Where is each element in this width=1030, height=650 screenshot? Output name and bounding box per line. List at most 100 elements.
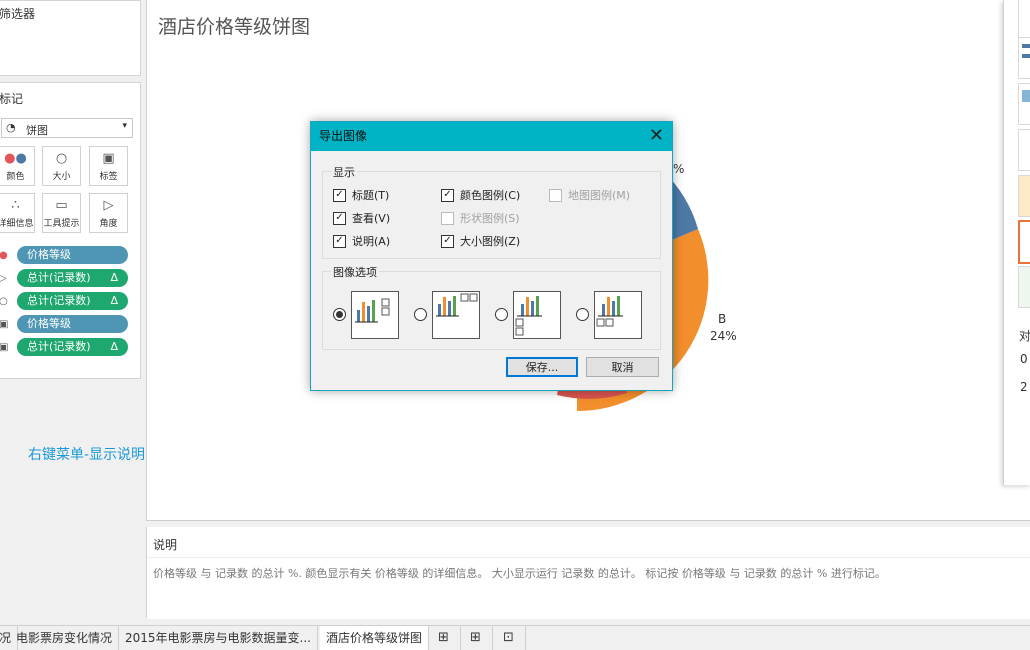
chart-type-thumb[interactable] xyxy=(1018,266,1030,308)
detail-dots-icon: ∴ xyxy=(11,198,20,213)
size-icon: ○ xyxy=(0,296,8,307)
tab-box-office-trend[interactable]: 电影票房变化情况 xyxy=(10,626,120,650)
size-icon: ○ xyxy=(55,151,68,166)
mark-type-value: 饼图 xyxy=(26,124,48,137)
tab-2015-box-office[interactable]: 2015年电影票房与电影数据量变... xyxy=(119,626,318,650)
tab-label: 酒店价格等级饼图 xyxy=(326,631,423,645)
pill-price-level-color[interactable]: 价格等级 xyxy=(17,246,128,264)
layout-radio-1[interactable] xyxy=(333,308,346,321)
checkbox-shape-legend[interactable]: 形状图例(S) xyxy=(441,211,520,226)
layout-thumb-1[interactable] xyxy=(351,291,399,339)
layout-radio-2[interactable] xyxy=(414,308,427,321)
delta-icon: Δ xyxy=(110,294,118,307)
export-image-dialog: 导出图像 ✕ 显示 ✓ 标题(T) ✓ 颜色图例(C) 地图图例(M) ✓ 查看(V)… xyxy=(310,121,673,391)
show-group: 显示 ✓ 标题(T) ✓ 颜色图例(C) 地图图例(M) ✓ 查看(V) 形状图例(S… xyxy=(322,164,661,259)
new-worksheet-icon[interactable]: ⊞ xyxy=(432,626,461,650)
checkbox-label: 地图图例(M) xyxy=(568,189,631,202)
checkbox-checked-icon: ✓ xyxy=(333,234,346,248)
size-button[interactable]: ○ 大小 xyxy=(42,146,81,186)
delta-icon: Δ xyxy=(110,340,118,353)
caption-text: 价格等级 与 记录数 的总计 %. 颜色显示有关 价格等级 的详细信息。 大小显… xyxy=(153,567,886,580)
new-story-icon[interactable]: ⊡ xyxy=(497,626,526,650)
sheet-tabs: 况 电影票房变化情况 2015年电影票房与电影数据量变... 酒店价格等级饼图 … xyxy=(0,625,1030,650)
chart-type-thumb[interactable] xyxy=(1018,175,1030,217)
show-me-panel: 对 0 2 xyxy=(1003,0,1030,485)
checkbox-view[interactable]: ✓ 查看(V) xyxy=(333,211,391,226)
pie-label-b-pct: 24% xyxy=(710,329,737,343)
checkbox-label: 说明(A) xyxy=(352,235,391,248)
tooltip-button[interactable]: ▭ 工具提示 xyxy=(42,193,81,233)
label-button-label: 标签 xyxy=(99,172,118,182)
panel-label: 对 xyxy=(1019,329,1030,343)
angle-icon: ▷ xyxy=(103,198,114,213)
checkbox-label: 标题(T) xyxy=(352,189,390,202)
image-options-group: 图像选项 xyxy=(322,264,661,350)
chart-type-thumb[interactable] xyxy=(1018,83,1030,125)
checkbox-color-legend[interactable]: ✓ 颜色图例(C) xyxy=(441,188,520,203)
checkbox-empty-icon xyxy=(441,211,454,225)
show-group-label: 显示 xyxy=(331,164,357,180)
pill-record-total-angle[interactable]: 总计(记录数) Δ xyxy=(17,269,128,287)
filters-card: 筛选器 xyxy=(0,0,141,76)
pill-label: 价格等级 xyxy=(27,317,71,330)
color-dots-icon: ●● xyxy=(4,151,27,166)
checkbox-caption[interactable]: ✓ 说明(A) xyxy=(333,234,391,249)
tab-label: 2015年电影票房与电影数据量变... xyxy=(125,631,311,645)
tab-hotel-price-pie[interactable]: 酒店价格等级饼图 xyxy=(320,626,430,650)
caption-body: 价格等级 与 记录数 的总计 %. 颜色显示有关 价格等级 的详细信息。 大小显… xyxy=(147,557,1030,619)
new-dashboard-icon[interactable]: ⊞ xyxy=(464,626,493,650)
layout-radio-3[interactable] xyxy=(495,308,508,321)
checkbox-checked-icon: ✓ xyxy=(333,211,346,225)
dialog-title: 导出图像 xyxy=(319,129,368,143)
pill-price-level-label[interactable]: 价格等级 xyxy=(17,315,128,333)
chevron-down-icon: ▾ xyxy=(122,121,127,131)
save-button[interactable]: 保存... xyxy=(506,357,578,377)
chart-type-thumb[interactable] xyxy=(1018,129,1030,171)
dialog-titlebar: 导出图像 ✕ xyxy=(311,122,672,151)
pie-label-b: B xyxy=(718,312,727,326)
panel-value-1: 0 xyxy=(1020,352,1028,366)
text-t-icon: ▣ xyxy=(102,151,115,166)
layout-thumb-3[interactable] xyxy=(513,291,561,339)
tab-label: 电影票房变化情况 xyxy=(16,631,113,645)
pill-record-total-label[interactable]: 总计(记录数) Δ xyxy=(17,338,128,356)
layout-radio-4[interactable] xyxy=(576,308,589,321)
close-icon[interactable]: ✕ xyxy=(649,122,664,150)
tooltip-icon: ▭ xyxy=(55,198,68,213)
layout-thumb-2[interactable] xyxy=(432,291,480,339)
checkbox-map-legend[interactable]: 地图图例(M) xyxy=(549,188,631,203)
color-button-label: 颜色 xyxy=(6,172,25,182)
angle-button-label: 角度 xyxy=(99,219,118,229)
text-t-icon: ▣ xyxy=(0,342,9,353)
label-button[interactable]: ▣ 标签 xyxy=(89,146,128,186)
pill-label: 价格等级 xyxy=(27,248,71,261)
annotation-text: 右键菜单-显示说明 xyxy=(28,447,146,463)
checkbox-label: 查看(V) xyxy=(352,212,391,225)
mark-type-dropdown[interactable]: ◔ 饼图 ▾ xyxy=(1,118,133,138)
tooltip-button-label: 工具提示 xyxy=(43,219,80,229)
chart-type-thumb-selected[interactable] xyxy=(1018,220,1030,264)
color-button[interactable]: ●● 颜色 xyxy=(0,146,35,186)
cancel-button[interactable]: 取消 xyxy=(586,357,659,377)
checkbox-empty-icon xyxy=(549,188,562,202)
chart-type-thumb[interactable] xyxy=(1018,37,1030,79)
delta-icon: Δ xyxy=(110,271,118,284)
color-dots-icon: ● xyxy=(0,250,8,261)
detail-button[interactable]: ∴ 详细信息 xyxy=(0,193,35,233)
panel-value-2: 2 xyxy=(1020,380,1028,394)
pill-label: 总计(记录数) xyxy=(27,340,91,353)
checkbox-label: 形状图例(S) xyxy=(460,212,520,225)
angle-button[interactable]: ▷ 角度 xyxy=(89,193,128,233)
image-options-label: 图像选项 xyxy=(331,264,379,280)
bar-chart-icon xyxy=(355,298,390,323)
caption-panel: 说明 价格等级 与 记录数 的总计 %. 颜色显示有关 价格等级 的详细信息。 … xyxy=(146,527,1030,619)
bar-chart-icon xyxy=(596,296,623,327)
layout-thumb-4[interactable] xyxy=(594,291,642,339)
pie-icon: ◔ xyxy=(6,121,16,134)
checkbox-label: 大小图例(Z) xyxy=(460,235,521,248)
checkbox-title[interactable]: ✓ 标题(T) xyxy=(333,188,390,203)
chart-type-thumb[interactable] xyxy=(1018,0,1030,38)
bar-chart-icon xyxy=(515,296,542,336)
pill-record-total-size[interactable]: 总计(记录数) Δ xyxy=(17,292,128,310)
checkbox-size-legend[interactable]: ✓ 大小图例(Z) xyxy=(441,234,521,249)
